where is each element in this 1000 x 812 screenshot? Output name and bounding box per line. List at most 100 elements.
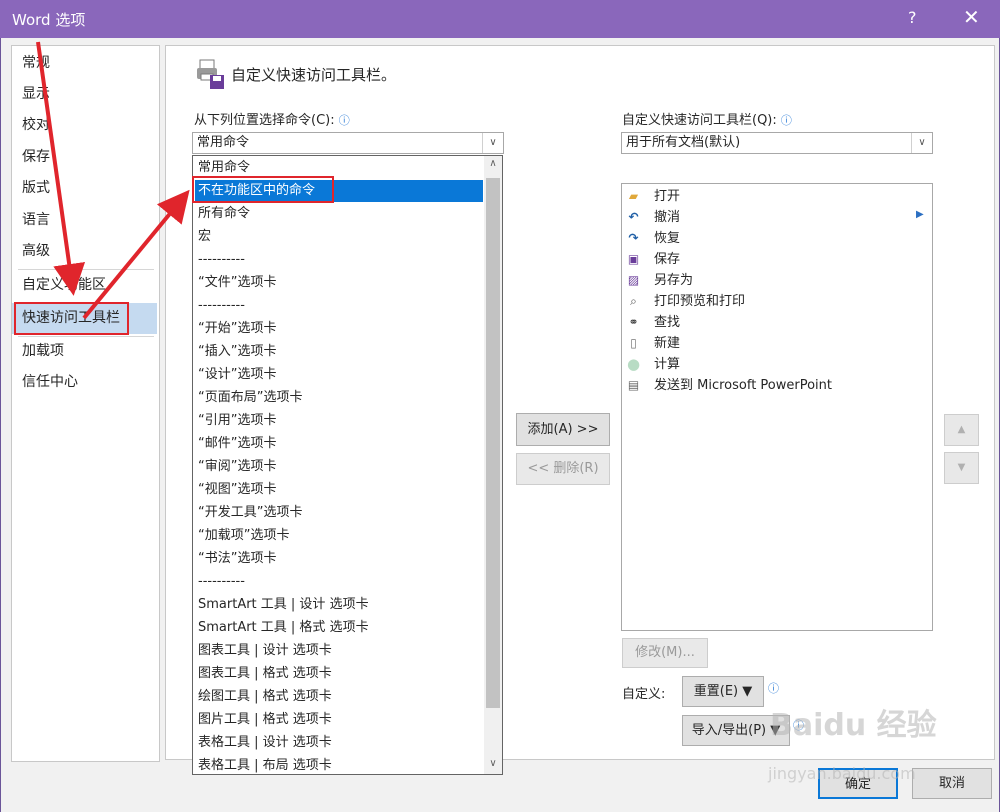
chevron-down-icon[interactable]: ∨: [911, 133, 932, 153]
info-icon[interactable]: ⓘ: [768, 680, 779, 696]
dropdown-option[interactable]: 图片工具 | 格式 选项卡: [195, 709, 483, 731]
dropdown-option[interactable]: 表格工具 | 设计 选项卡: [195, 732, 483, 754]
qat-scope-combo[interactable]: 用于所有文档(默认) ∨: [621, 132, 933, 154]
qat-item-send-to-powerpoint[interactable]: ▤ 发送到 Microsoft PowerPoint: [622, 375, 922, 396]
dropdown-separator: ----------: [198, 298, 245, 313]
nav-item-addins[interactable]: 加载项: [12, 336, 157, 367]
print-preview-icon: ⌕: [630, 294, 637, 308]
quick-access-toolbar-icon: [197, 59, 224, 89]
dropdown-option[interactable]: 表格工具 | 布局 选项卡: [195, 755, 483, 774]
dropdown-option[interactable]: “开始”选项卡: [195, 318, 483, 340]
watermark-url: jingyan.baidu.com: [768, 764, 916, 783]
nav-item-save[interactable]: 保存: [12, 142, 157, 173]
dropdown-option[interactable]: 宏: [195, 226, 483, 248]
qat-item-label: 发送到 Microsoft PowerPoint: [654, 378, 833, 393]
nav-item-customize-ribbon[interactable]: 自定义功能区: [12, 270, 157, 301]
undo-icon: ↶: [628, 210, 639, 224]
dropdown-option[interactable]: SmartArt 工具 | 设计 选项卡: [195, 594, 483, 616]
qat-item-redo[interactable]: ↷ 恢复: [622, 228, 922, 249]
dropdown-option[interactable]: 图表工具 | 设计 选项卡: [195, 640, 483, 662]
annotation-highlight-box: [192, 176, 334, 203]
qat-item-find[interactable]: ⚭ 查找: [622, 312, 922, 333]
remove-button[interactable]: << 删除(R): [516, 453, 610, 485]
dropdown-option[interactable]: “加载项”选项卡: [195, 525, 483, 547]
triangle-up-icon: ▲: [957, 424, 966, 435]
qat-item-label: 打印预览和打印: [654, 294, 746, 309]
scroll-down-icon[interactable]: ∨: [484, 758, 502, 769]
dropdown-option[interactable]: SmartArt 工具 | 格式 选项卡: [195, 617, 483, 639]
help-icon[interactable]: ?: [908, 8, 917, 27]
qat-item-label: 打开: [654, 189, 681, 204]
watermark-brand: Baidu 经验: [770, 708, 937, 743]
info-icon[interactable]: ⓘ: [781, 114, 792, 127]
qat-item-label: 恢复: [654, 231, 681, 246]
nav-item-advanced[interactable]: 高级: [12, 236, 157, 267]
scroll-up-icon[interactable]: ∧: [484, 158, 502, 169]
dropdown-option[interactable]: “审阅”选项卡: [195, 456, 483, 478]
reset-button[interactable]: 重置(E) ▼: [682, 676, 764, 707]
dropdown-option[interactable]: “引用”选项卡: [195, 410, 483, 432]
page-title: 自定义快速访问工具栏。: [231, 66, 397, 84]
dropdown-option[interactable]: “文件”选项卡: [195, 272, 483, 294]
qat-item-label: 撤消: [654, 210, 681, 225]
chevron-down-icon[interactable]: ∨: [482, 133, 503, 153]
qat-item-undo[interactable]: ↶ 撤消: [622, 207, 922, 228]
qat-item-label: 另存为: [654, 273, 694, 288]
dropdown-option[interactable]: “邮件”选项卡: [195, 433, 483, 455]
dropdown-option[interactable]: “视图”选项卡: [195, 479, 483, 501]
nav-item-general[interactable]: 常规: [12, 48, 157, 79]
choose-commands-dropdown[interactable]: 常用命令 不在功能区中的命令 所有命令 宏 ---------- “文件”选项卡…: [192, 155, 503, 775]
dropdown-scrollbar[interactable]: ∧ ∨: [484, 156, 502, 774]
annotation-highlight-box: [14, 302, 129, 335]
nav-item-language[interactable]: 语言: [12, 205, 157, 236]
dropdown-separator: ----------: [198, 574, 245, 589]
title-bar: Word 选项 ? ✕: [0, 0, 1000, 38]
qat-item-open[interactable]: ▰ 打开: [622, 186, 922, 207]
nav-item-display[interactable]: 显示: [12, 79, 157, 110]
scrollbar-thumb[interactable]: [486, 178, 500, 708]
options-nav: 常规 显示 校对 保存 版式 语言 高级 自定义功能区 快速访问工具栏 加载项 …: [11, 45, 160, 762]
binoculars-icon: ⚭: [628, 315, 639, 329]
save-icon: ▣: [627, 252, 640, 266]
powerpoint-icon: ▤: [627, 378, 640, 392]
qat-scope-label: 自定义快速访问工具栏(Q): ⓘ: [622, 109, 792, 128]
cancel-button[interactable]: 取消: [912, 768, 992, 799]
move-down-button[interactable]: ▼: [944, 452, 979, 484]
redo-icon: ↷: [628, 231, 639, 245]
qat-item-label: 查找: [654, 315, 681, 330]
dropdown-option[interactable]: 绘图工具 | 格式 选项卡: [195, 686, 483, 708]
info-icon[interactable]: ⓘ: [339, 114, 350, 127]
dropdown-option[interactable]: “书法”选项卡: [195, 548, 483, 570]
nav-item-proofing[interactable]: 校对: [12, 110, 157, 141]
qat-item-print-preview[interactable]: ⌕ 打印预览和打印: [622, 291, 922, 312]
choose-commands-value: 常用命令: [197, 135, 250, 150]
new-document-icon: ▯: [630, 336, 637, 350]
nav-item-trust-center[interactable]: 信任中心: [12, 367, 157, 398]
qat-item-save-as[interactable]: ▨ 另存为: [622, 270, 922, 291]
qat-item-save[interactable]: ▣ 保存: [622, 249, 922, 270]
dropdown-option[interactable]: “页面布局”选项卡: [195, 387, 483, 409]
qat-item-new[interactable]: ▯ 新建: [622, 333, 922, 354]
qat-item-label: 新建: [654, 336, 681, 351]
move-up-button[interactable]: ▲: [944, 414, 979, 446]
dropdown-option[interactable]: 图表工具 | 格式 选项卡: [195, 663, 483, 685]
choose-commands-label-text: 从下列位置选择命令(C):: [194, 113, 335, 128]
qat-command-list[interactable]: ▰ 打开 ↶ 撤消 ↷ 恢复 ▣ 保存 ▨ 另存为 ⌕ 打印预览和打印 ⚭ 查找…: [621, 183, 933, 631]
close-icon[interactable]: ✕: [963, 5, 980, 29]
submenu-arrow-icon: ▶: [916, 209, 924, 220]
qat-scope-value: 用于所有文档(默认): [626, 135, 741, 150]
customize-label: 自定义:: [622, 687, 666, 702]
dropdown-option[interactable]: “插入”选项卡: [195, 341, 483, 363]
calculate-icon: ●: [626, 355, 641, 373]
add-button[interactable]: 添加(A) >>: [516, 413, 610, 446]
dropdown-option[interactable]: “开发工具”选项卡: [195, 502, 483, 524]
nav-item-layout[interactable]: 版式: [12, 173, 157, 204]
choose-commands-label: 从下列位置选择命令(C): ⓘ: [194, 109, 350, 128]
qat-item-calculate[interactable]: ● 计算: [622, 354, 922, 375]
qat-item-label: 计算: [654, 357, 681, 372]
choose-commands-combo[interactable]: 常用命令 ∨: [192, 132, 504, 154]
folder-open-icon: ▰: [628, 189, 639, 203]
dropdown-option[interactable]: “设计”选项卡: [195, 364, 483, 386]
dropdown-option[interactable]: 所有命令: [195, 203, 483, 225]
modify-button[interactable]: 修改(M)...: [622, 638, 708, 668]
